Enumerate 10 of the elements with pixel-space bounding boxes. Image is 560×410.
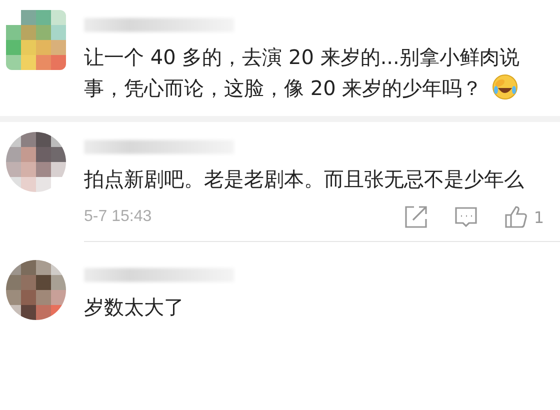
comment-time: 5-7 15:43	[84, 208, 153, 226]
like-count: 1	[534, 208, 544, 226]
thumbs-up-icon[interactable]	[504, 205, 528, 229]
comment-text: 拍点新剧吧。老是老剧本。而且张无忌不是少年么	[84, 166, 525, 193]
comment-icon[interactable]	[454, 205, 478, 229]
comment-text: 让一个 40 多的，去演 20 来岁的...别拿小鲜肉说事，凭心而论，这脸，像 20 来岁的少年吗？	[84, 44, 520, 102]
share-icon[interactable]	[404, 205, 428, 229]
avatar[interactable]	[6, 132, 66, 192]
avatar[interactable]	[6, 260, 66, 320]
comment-text: 岁数太大了	[84, 294, 185, 321]
